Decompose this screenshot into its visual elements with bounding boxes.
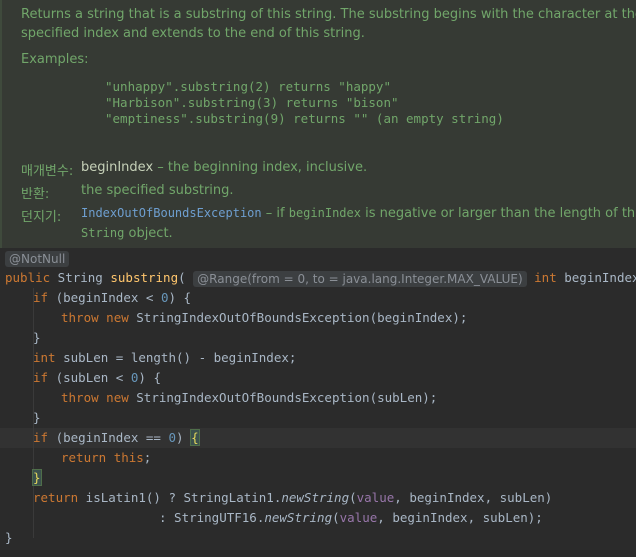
code-line-6[interactable]: if (subLen < 0) { <box>33 368 636 388</box>
throws-entry-cont: String object. <box>81 226 173 241</box>
param-entry: beginIndex – the beginning index, inclus… <box>81 160 367 175</box>
code-line-9[interactable]: if (beginIndex == 0) { <box>33 428 636 448</box>
example-1: "unhappy".substring(2) returns "happy" <box>105 79 391 94</box>
doc-summary-line-1: Returns a string that is a substring of … <box>21 7 636 22</box>
returns-label: 반환: <box>21 187 50 202</box>
code-line-14[interactable]: } <box>5 528 636 548</box>
matched-brace-close: } <box>32 469 42 486</box>
code-line-5[interactable]: int subLen = length() - beginIndex; <box>33 348 636 368</box>
examples-label: Examples: <box>21 52 89 67</box>
doc-summary-line-2: specified index and extends to the end o… <box>21 26 365 41</box>
throws-desc-a: – if <box>261 206 289 221</box>
returns-desc: the specified substring. <box>81 183 234 198</box>
matched-brace-open: { <box>190 429 200 446</box>
code-line-12[interactable]: return isLatin1() ? StringLatin1.newStri… <box>33 488 636 508</box>
params-label: 매개변수: <box>21 164 74 179</box>
param-desc: – the beginning index, inclusive. <box>153 160 368 175</box>
throws-code: beginIndex <box>288 206 361 220</box>
throws-desc-b: is negative or larger than the length of… <box>360 206 636 221</box>
code-line-4[interactable]: } <box>33 328 636 348</box>
code-line-7[interactable]: throw new StringIndexOutOfBoundsExceptio… <box>61 388 636 408</box>
notnull-annotation-hint: @NotNull <box>5 251 70 267</box>
code-line-2[interactable]: if (beginIndex < 0) { <box>33 288 636 308</box>
code-line-10[interactable]: return this; <box>61 448 636 468</box>
code-line-13[interactable]: : StringUTF16.newString(value, beginInde… <box>159 508 636 528</box>
example-3: "emptiness".substring(9) returns "" (an … <box>105 111 504 126</box>
throws-label: 던지기: <box>21 210 62 225</box>
throws-desc-c: object. <box>124 226 173 241</box>
range-annotation-hint: @Range(from = 0, to = java.lang.Integer.… <box>193 270 527 287</box>
example-2: "Harbison".substring(3) returns "bison" <box>105 95 399 110</box>
code-line-11[interactable]: } <box>32 468 636 488</box>
code-line-3[interactable]: throw new StringIndexOutOfBoundsExceptio… <box>61 308 636 328</box>
param-name: beginIndex <box>81 160 154 175</box>
code-editor[interactable]: @NotNull public String substring( @Range… <box>0 248 636 557</box>
exception-link[interactable]: IndexOutOfBoundsException <box>81 206 262 220</box>
throws-code-2: String <box>81 226 125 240</box>
code-line-8[interactable]: } <box>33 408 636 428</box>
code-line-1[interactable]: public String substring( @Range(from = 0… <box>5 268 636 288</box>
throws-entry: IndexOutOfBoundsException – if beginInde… <box>81 206 636 221</box>
javadoc-panel: Returns a string that is a substring of … <box>0 0 636 248</box>
